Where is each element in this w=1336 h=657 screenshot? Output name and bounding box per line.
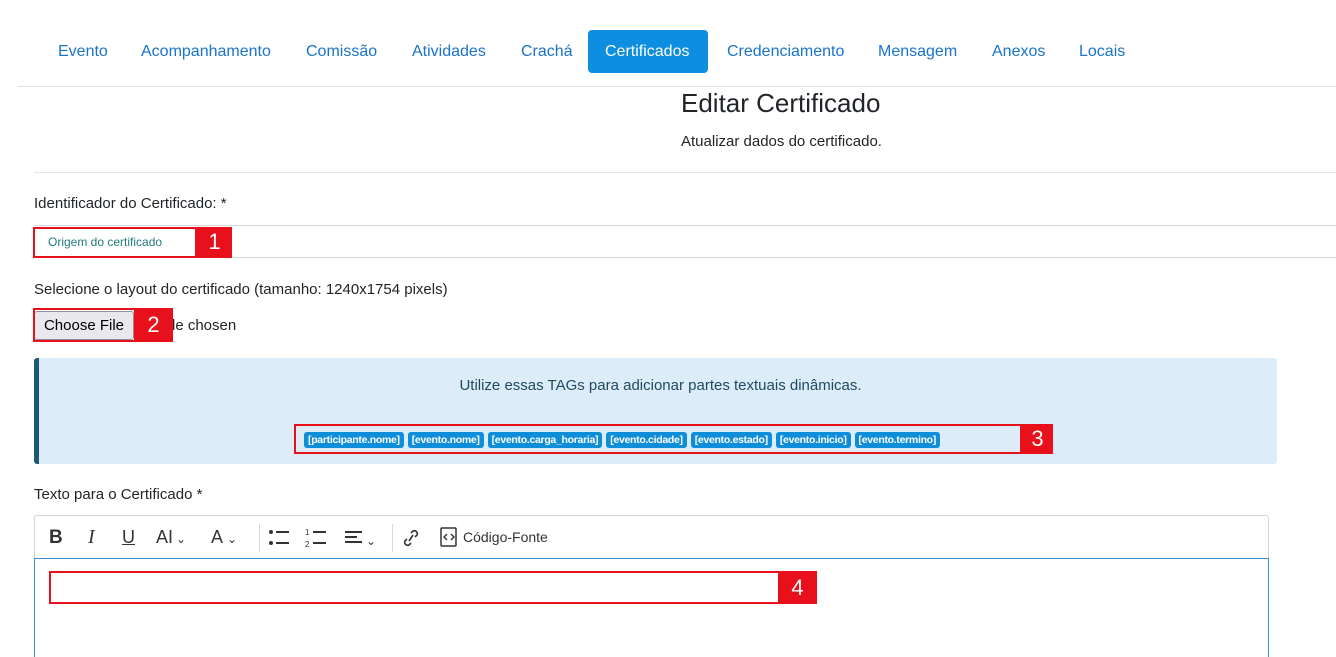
annotation-number-2: 2 <box>134 308 173 342</box>
link-icon <box>403 529 419 547</box>
chevron-down-icon: ⌄ <box>176 532 187 546</box>
chevron-down-icon: ⌄ <box>366 534 377 548</box>
source-code-button[interactable]: Código-Fonte <box>439 516 548 559</box>
tab-locais[interactable]: Locais <box>1079 30 1125 73</box>
alert-text: Utilize essas TAGs para adicionar partes… <box>459 377 862 394</box>
text-format-icon: A <box>211 527 224 547</box>
annotation-box-1 <box>33 227 197 258</box>
tab-credenciamento[interactable]: Credenciamento <box>727 30 844 73</box>
link-button[interactable] <box>402 516 420 559</box>
format-dropdown[interactable]: A ⌄ <box>211 516 237 559</box>
toolbar-separator <box>259 524 260 552</box>
tab-anexos[interactable]: Anexos <box>992 30 1045 73</box>
tab-mensagem[interactable]: Mensagem <box>878 30 957 73</box>
tab-cracha[interactable]: Crachá <box>521 30 573 73</box>
tab-comissao[interactable]: Comissão <box>306 30 377 73</box>
page-title: Editar Certificado <box>681 88 881 118</box>
source-code-icon <box>440 527 457 547</box>
align-dropdown[interactable]: ⌄ <box>344 516 376 559</box>
tab-evento[interactable]: Evento <box>58 30 108 73</box>
nav-divider <box>18 86 1336 87</box>
source-code-label: Código-Fonte <box>463 529 548 545</box>
bullet-list-button[interactable] <box>268 516 290 559</box>
chevron-down-icon: ⌄ <box>227 532 238 546</box>
page-subtitle: Atualizar dados do certificado. <box>681 133 882 150</box>
italic-button[interactable]: I <box>88 516 95 559</box>
header-divider <box>34 172 1336 173</box>
annotation-box-2 <box>33 308 136 342</box>
underline-button[interactable]: U <box>122 516 135 559</box>
annotation-number-3: 3 <box>1022 424 1053 454</box>
top-nav: Evento Acompanhamento Comissão Atividade… <box>0 30 1336 73</box>
numbered-list-button[interactable]: 12 <box>305 516 327 559</box>
annotation-number-1: 1 <box>197 227 232 258</box>
align-left-icon <box>345 531 362 543</box>
tab-certificados[interactable]: Certificados <box>588 30 708 73</box>
identifier-label: Identificador do Certificado: * <box>34 195 227 212</box>
tab-atividades[interactable]: Atividades <box>412 30 486 73</box>
annotation-number-4: 4 <box>778 571 817 604</box>
font-size-icon: AI <box>156 527 174 547</box>
layout-label: Selecione o layout do certificado (taman… <box>34 281 448 298</box>
annotation-box-3 <box>294 424 1022 454</box>
bullet-list-icon <box>269 530 289 545</box>
svg-text:1: 1 <box>305 528 310 537</box>
svg-text:2: 2 <box>305 540 310 549</box>
font-size-dropdown[interactable]: AI ⌄ <box>156 516 186 559</box>
file-status: le chosen <box>172 317 237 334</box>
tab-acompanhamento[interactable]: Acompanhamento <box>141 30 271 73</box>
bold-button[interactable]: B <box>49 516 63 559</box>
numbered-list-icon: 12 <box>305 528 326 549</box>
annotation-box-4 <box>49 571 780 604</box>
editor-toolbar: B I U AI ⌄ A ⌄ 12 ⌄ Código-Fonte <box>34 515 1269 558</box>
toolbar-separator <box>392 524 393 552</box>
text-label: Texto para o Certificado * <box>34 486 203 503</box>
